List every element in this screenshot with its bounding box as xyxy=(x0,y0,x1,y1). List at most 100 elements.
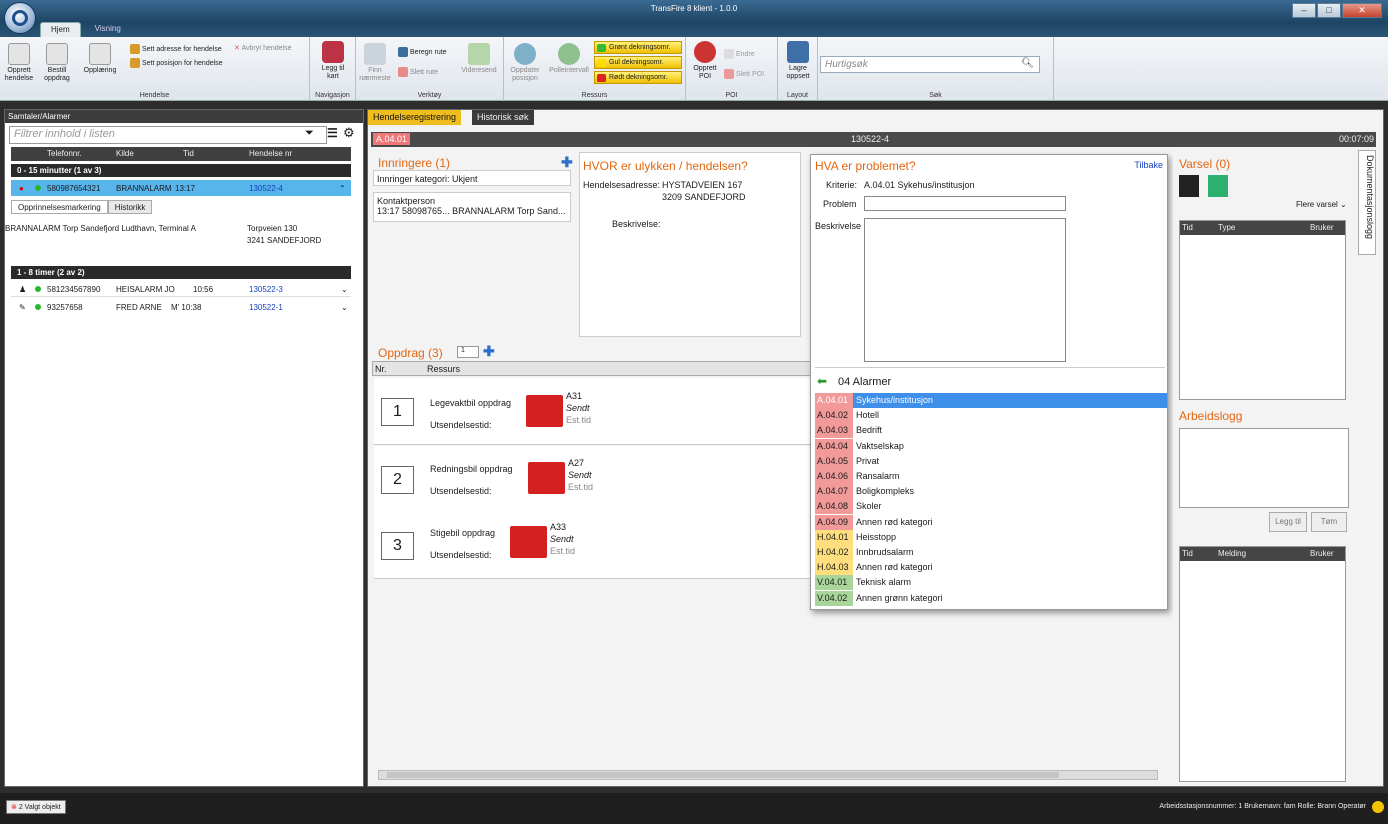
sett-adresse-button[interactable]: Sett adresse for hendelse xyxy=(130,44,222,54)
category-item[interactable]: A.04.03 Bedrift xyxy=(815,423,1167,439)
close-button[interactable]: ✕ xyxy=(1342,3,1382,18)
category-item[interactable]: V.04.02 Annen grønn kategori xyxy=(815,590,1167,606)
col-bruker[interactable]: Bruker xyxy=(1310,223,1334,232)
arbeidslogg-input[interactable] xyxy=(1179,428,1349,508)
col-melding[interactable]: Melding xyxy=(1218,549,1246,558)
category-name: Teknisk alarm xyxy=(856,577,912,588)
list-view-icon[interactable]: ☰ xyxy=(327,126,338,140)
chevron-down-icon[interactable]: ⌄ xyxy=(341,285,348,294)
horizontal-scrollbar[interactable] xyxy=(378,770,1158,780)
gront-dekningsomr-button[interactable]: Grønt dekningsomr. xyxy=(594,41,682,54)
chevron-up-icon[interactable]: ⌃ xyxy=(339,184,346,193)
window-title: TransFire 8 klient - 1.0.0 xyxy=(650,4,738,13)
category-item[interactable]: A.04.02 Hotell xyxy=(815,408,1167,424)
list-item[interactable]: ● 580987654321 BRANNALARM 13:17 130522-4… xyxy=(11,180,351,196)
bestill-oppdrag-button[interactable]: Bestill oppdrag xyxy=(40,43,74,83)
legg-til-button[interactable]: Legg til xyxy=(1269,512,1307,532)
hva-problem-popup: HVA er problemet? Tilbake Kriterie: A.04… xyxy=(810,154,1168,610)
category-item[interactable]: V.04.01 Teknisk alarm xyxy=(815,575,1167,591)
col-bruker[interactable]: Bruker xyxy=(1310,549,1334,558)
unit-status: Sendt xyxy=(568,470,592,480)
tilbake-link[interactable]: Tilbake xyxy=(1134,160,1163,170)
category-item[interactable]: A.04.09 Annen rød kategori xyxy=(815,514,1167,530)
slett-poi-button[interactable]: Slett POI xyxy=(724,69,764,79)
tab-historikk[interactable]: Historikk xyxy=(107,200,153,214)
tab-historisk-sok[interactable]: Historisk søk xyxy=(472,110,534,125)
col-hendelse-nr[interactable]: Hendelse nr xyxy=(249,149,292,158)
maximize-button[interactable]: □ xyxy=(1317,3,1341,18)
col-kilde[interactable]: Kilde xyxy=(116,149,134,158)
medic-icon[interactable] xyxy=(1208,175,1228,197)
search-icon[interactable]: 🔍︎ xyxy=(1021,58,1034,69)
beregn-rute-button[interactable]: Beregn rute xyxy=(398,47,447,57)
hurtigsok-input[interactable]: Hurtigsøk 🔍︎ xyxy=(820,56,1040,73)
finn-naermeste-button[interactable]: Finn nærmeste xyxy=(358,43,392,83)
incident-bar: A.04.01 130522-4 00:07:09 xyxy=(371,132,1376,147)
dokumentasjonslogg-tab[interactable]: Dokumentasjonslogg xyxy=(1358,150,1376,255)
category-item[interactable]: H.04.03 Annen rød kategori xyxy=(815,560,1167,576)
col-tid[interactable]: Tid xyxy=(183,149,194,158)
kontakt-box[interactable]: Kontaktperson 13:17 58098765... BRANNALA… xyxy=(373,192,571,222)
tab-hendelseregistrering[interactable]: Hendelseregistrering xyxy=(368,110,462,125)
tab-hjem[interactable]: Hjem xyxy=(40,22,81,37)
divider xyxy=(815,367,1165,368)
category-item[interactable]: H.04.01 Heisstopp xyxy=(815,529,1167,545)
valgt-objekt-button[interactable]: ⊗ 2 Valgt objekt xyxy=(6,800,66,814)
col-type[interactable]: Type xyxy=(1218,223,1235,232)
beskrivelse-input[interactable] xyxy=(864,218,1066,362)
tom-button[interactable]: Tøm xyxy=(1311,512,1347,532)
group-header[interactable]: 0 - 15 minutter (1 av 3) xyxy=(11,164,351,177)
category-item[interactable]: A.04.05 Privat xyxy=(815,453,1167,469)
videresend-button[interactable]: Videresend xyxy=(458,43,500,75)
panel-title: Samtaler/Alarmer xyxy=(5,110,363,123)
category-item[interactable]: A.04.06 Ransalarm xyxy=(815,469,1167,484)
col-telefonnr[interactable]: Telefonnr. xyxy=(47,149,82,158)
category-name: Sykehus/institusjon xyxy=(856,395,934,405)
filter-icon[interactable]: ⏷ xyxy=(305,127,314,140)
minimize-button[interactable]: – xyxy=(1292,3,1316,18)
category-item[interactable]: H.04.02 Innbrudsalarm xyxy=(815,545,1167,560)
row-nr[interactable]: 130522-1 xyxy=(249,303,283,312)
category-item[interactable]: A.04.07 Boligkompleks xyxy=(815,484,1167,500)
list-item[interactable]: ♟ 581234567890 HEISALARM JO 10:56 130522… xyxy=(11,281,351,297)
problem-input[interactable] xyxy=(864,196,1066,211)
list-item[interactable]: ✎ 93257658 FRED ARNE M' 10:38 130522-1 ⌄ xyxy=(11,299,351,315)
col-tid[interactable]: Tid xyxy=(1182,223,1193,232)
flere-varsel-button[interactable]: Flere varsel ⌄ xyxy=(1296,200,1347,209)
sett-posisjon-button[interactable]: Sett posisjon for hendelse xyxy=(130,58,223,68)
category-item[interactable]: A.04.08 Skoler xyxy=(815,499,1167,515)
tab-opprinnelse[interactable]: Opprinnelsesmarkering xyxy=(11,200,108,214)
tab-visning[interactable]: Visning xyxy=(85,22,131,37)
row-nr[interactable]: 130522-3 xyxy=(249,285,283,294)
avbryt-hendelse-button[interactable]: ✕ Avbryt hendelse xyxy=(234,44,292,52)
filter-input[interactable]: Filtrer innhold i listen xyxy=(9,126,327,144)
category-item[interactable]: A.04.01 Sykehus/institusjon xyxy=(815,393,1167,408)
endre-poi-button[interactable]: Endre xyxy=(724,49,755,59)
category-item[interactable]: A.04.04 Vaktselskap xyxy=(815,438,1167,454)
back-arrow-icon[interactable]: ⬅ xyxy=(817,374,827,388)
col-tid[interactable]: Tid xyxy=(1182,549,1193,558)
police-icon[interactable] xyxy=(1179,175,1199,197)
group-header[interactable]: 1 - 8 timer (2 av 2) xyxy=(11,266,351,279)
category-code: V.04.02 xyxy=(815,590,853,606)
polleintervall-button[interactable]: Polleintervall xyxy=(546,43,592,75)
lagre-oppsett-button[interactable]: Lagre oppsett xyxy=(780,41,816,81)
oppdrag-count-input[interactable]: 1 xyxy=(457,346,479,358)
kriterie-label: Kriterie: xyxy=(826,180,858,190)
rodt-dekningsomr-button[interactable]: Rødt dekningsomr. xyxy=(594,71,682,84)
add-innringer-icon[interactable]: ✚ xyxy=(561,154,573,171)
legg-til-kart-button[interactable]: Legg til kart xyxy=(316,41,350,81)
add-oppdrag-icon[interactable]: ✚ xyxy=(483,343,495,360)
chevron-down-icon[interactable]: ⌄ xyxy=(341,303,348,312)
scrollbar-thumb[interactable] xyxy=(387,772,1059,778)
oppdater-posisjon-button[interactable]: Oppdater posisjon xyxy=(506,43,544,83)
status-dot xyxy=(35,286,41,292)
slett-rute-button[interactable]: Slett rute xyxy=(398,67,438,77)
opprett-hendelse-button[interactable]: Opprett hendelse xyxy=(4,43,34,83)
hvor-beskrivelse: Beskrivelse: xyxy=(612,219,661,229)
opplaering-button[interactable]: Opplæring xyxy=(80,43,120,75)
opprett-poi-button[interactable]: Opprett POI xyxy=(688,41,722,81)
gul-dekningsomr-button[interactable]: Gul dekningsomr. xyxy=(594,56,682,69)
row-nr[interactable]: 130522-4 xyxy=(249,184,283,193)
gear-icon[interactable]: ⚙ xyxy=(343,125,355,141)
